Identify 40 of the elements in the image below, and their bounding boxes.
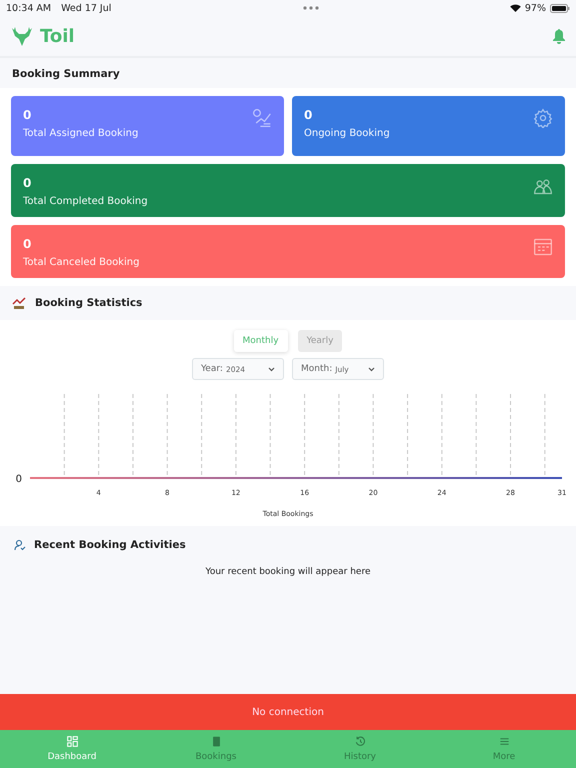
y-tick-label: 0 xyxy=(16,474,22,485)
card-label: Total Canceled Booking xyxy=(23,257,140,268)
wifi-icon xyxy=(510,4,521,12)
period-tab[interactable]: Monthly xyxy=(234,330,288,352)
card-label: Total Completed Booking xyxy=(23,196,149,207)
bell-icon[interactable] xyxy=(552,28,566,44)
chart-icon xyxy=(12,296,26,310)
chevron-down-icon xyxy=(268,366,275,372)
card-count: 0 xyxy=(23,108,32,122)
card-label: Total Assigned Booking xyxy=(23,128,140,139)
connection-banner: No connection xyxy=(0,694,576,730)
card-count: 0 xyxy=(23,237,32,251)
period-tab[interactable]: Yearly xyxy=(298,330,342,352)
card-count: 0 xyxy=(304,108,314,122)
card-label: Ongoing Booking xyxy=(304,128,391,139)
dropdown-label: Month: xyxy=(301,364,332,374)
user-check-icon xyxy=(14,539,26,551)
nav-tab[interactable]: Dashboard xyxy=(0,730,144,768)
battery-percent: 97% xyxy=(524,2,546,14)
nav-tab[interactable]: More xyxy=(432,730,576,768)
app-title: Toil xyxy=(40,26,75,46)
section-title: Recent Booking Activities xyxy=(34,539,186,551)
card-count: 0 xyxy=(23,176,32,190)
history-icon xyxy=(354,736,366,747)
menu-icon xyxy=(498,736,510,747)
section-title: Booking Statistics xyxy=(35,297,142,309)
section-title: Booking Summary xyxy=(11,67,121,82)
chevron-down-icon xyxy=(368,366,375,372)
nav-tab[interactable]: History xyxy=(288,730,432,768)
more-dots-icon xyxy=(302,6,319,10)
battery-icon xyxy=(550,4,570,12)
growth-chart-icon xyxy=(252,108,272,128)
empty-message: Your recent booking will appear here xyxy=(204,566,372,577)
status-date: Wed 17 Jul xyxy=(61,2,112,14)
calendar-icon xyxy=(533,237,553,257)
dropdown-label: Year: xyxy=(201,364,223,374)
nav-tab[interactable]: Bookings xyxy=(144,730,288,768)
status-time: 10:34 AM xyxy=(6,2,52,14)
gear-icon xyxy=(533,108,553,128)
dashboard-icon xyxy=(66,736,78,747)
